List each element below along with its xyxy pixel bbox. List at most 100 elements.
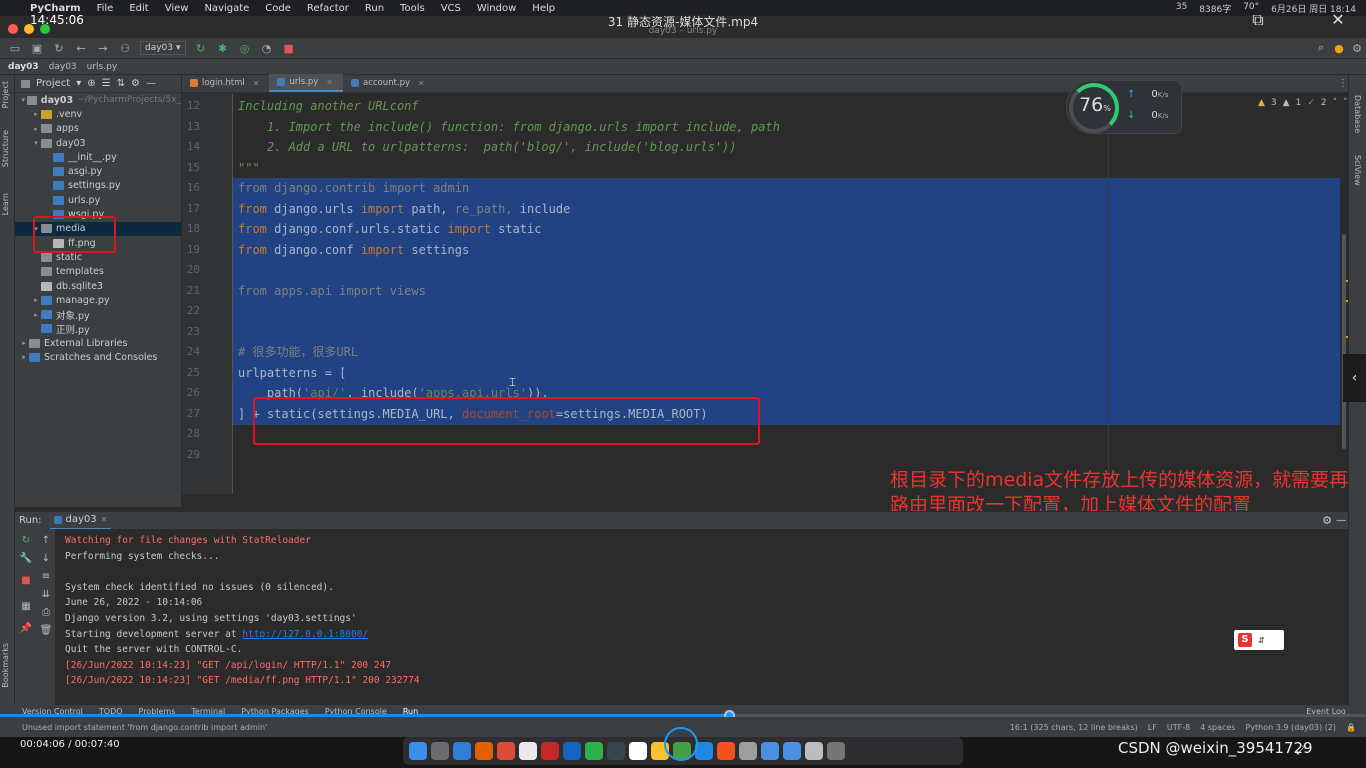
firefox-icon[interactable]	[475, 742, 493, 760]
menu-view[interactable]: View	[165, 3, 189, 14]
close-icon[interactable]: ✕	[101, 515, 108, 524]
sciview-tool-tab[interactable]: SciView	[1353, 155, 1362, 186]
tree-item[interactable]: ▸ apps	[15, 122, 181, 136]
inspection-widget[interactable]: ▲ 3 ▲ 1 ✓ 2 ˄ ˅	[1258, 98, 1348, 108]
wrench-icon[interactable]: 🔧	[19, 553, 33, 565]
gear-icon[interactable]: ⚙	[1322, 514, 1332, 527]
rerun-icon[interactable]: ↻	[194, 41, 208, 55]
input-method-indicator[interactable]: S ⇵	[1234, 630, 1284, 650]
chevron-down-icon[interactable]: ▾	[31, 139, 41, 147]
database-tool-tab[interactable]: Database	[1353, 95, 1362, 133]
preview-icon[interactable]	[629, 742, 647, 760]
file-encoding[interactable]: UTF-8	[1167, 723, 1190, 732]
code-line[interactable]: # 很多功能，很多URL	[238, 342, 358, 362]
fullscreen-icon[interactable]: ⤢	[1296, 743, 1306, 758]
print-icon[interactable]: ⎙	[39, 607, 53, 619]
launchpad-icon[interactable]	[431, 742, 449, 760]
up-arrow-icon[interactable]: ↑	[39, 535, 53, 547]
hide-icon[interactable]: —	[1336, 515, 1346, 526]
chevron-right-icon[interactable]: ▸	[31, 110, 41, 118]
code-line[interactable]: from apps.api import views	[238, 281, 426, 301]
line-number[interactable]: 21	[182, 284, 200, 297]
finder-icon[interactable]	[409, 742, 427, 760]
scroll-to-end-icon[interactable]: ⇊	[39, 589, 53, 601]
down-arrow-icon[interactable]: ↓	[39, 553, 53, 565]
debug-icon[interactable]: ✱	[216, 41, 230, 55]
open-folder-icon[interactable]: ▭	[8, 41, 22, 55]
run-config-select[interactable]: day03 ▾	[140, 41, 186, 55]
line-number[interactable]: 24	[182, 345, 200, 358]
line-number[interactable]: 29	[182, 448, 200, 461]
menu-refactor[interactable]: Refactor	[307, 3, 349, 14]
tree-item[interactable]: ▸ External Libraries	[15, 336, 181, 350]
terminal-icon[interactable]	[607, 742, 625, 760]
menu-run[interactable]: Run	[365, 3, 384, 14]
app-icon[interactable]	[717, 742, 735, 760]
line-number[interactable]: 23	[182, 325, 200, 338]
line-number[interactable]: 26	[182, 386, 200, 399]
safari-icon[interactable]	[453, 742, 471, 760]
rerun-icon[interactable]: ↻	[19, 535, 33, 547]
update-icon[interactable]: ●	[1332, 41, 1346, 55]
coverage-icon[interactable]: ◎	[238, 41, 252, 55]
play-pause-button[interactable]	[664, 727, 698, 761]
bookmarks-tool-tab[interactable]: Bookmarks	[1, 643, 10, 688]
chevron-right-icon[interactable]: ▸	[31, 311, 41, 319]
close-icon[interactable]: ✕	[418, 79, 425, 88]
learn-tool-tab[interactable]: Learn	[1, 193, 10, 215]
tree-item[interactable]: asgi.py	[15, 164, 181, 178]
code-line[interactable]: """	[238, 158, 260, 178]
line-separator[interactable]: LF	[1148, 723, 1157, 732]
chevron-right-icon[interactable]: ▸	[31, 125, 41, 133]
editor-tab[interactable]: urls.py ✕	[269, 74, 343, 92]
save-icon[interactable]: ▣	[30, 41, 44, 55]
run-tab-day03[interactable]: day03 ✕	[49, 512, 112, 530]
app-icon[interactable]	[563, 742, 581, 760]
line-number[interactable]: 18	[182, 222, 200, 235]
structure-tool-tab[interactable]: Structure	[1, 130, 10, 167]
chevron-up-icon[interactable]: ˄	[1333, 98, 1338, 108]
pin-icon[interactable]: 📌	[19, 623, 33, 635]
gear-icon[interactable]: ⚙	[131, 78, 140, 89]
typora-icon[interactable]	[519, 742, 537, 760]
menu-code[interactable]: Code	[265, 3, 291, 14]
chevron-left-icon[interactable]: ‹	[1343, 354, 1366, 402]
line-number[interactable]: 28	[182, 427, 200, 440]
collapse-all-icon[interactable]: ☰	[102, 78, 111, 89]
code-line[interactable]: 1. Import the include() function: from d…	[238, 117, 780, 137]
chevron-down-icon[interactable]: ▾	[19, 96, 27, 104]
tree-item[interactable]: urls.py	[15, 193, 181, 207]
tree-item[interactable]: templates	[15, 265, 181, 279]
line-number[interactable]: 12	[182, 99, 200, 112]
code-line[interactable]: from django.contrib import admin	[238, 178, 469, 198]
document-icon[interactable]	[805, 742, 823, 760]
line-number[interactable]: 20	[182, 263, 200, 276]
breadcrumb-folder[interactable]: day03	[49, 62, 77, 72]
line-number[interactable]: 19	[182, 243, 200, 256]
tree-item[interactable]: 正则.py	[15, 322, 181, 336]
code-line[interactable]: from django.conf.urls.static import stat…	[238, 219, 541, 239]
menu-file[interactable]: File	[97, 3, 114, 14]
sync-icon[interactable]: ↻	[52, 41, 66, 55]
menu-window[interactable]: Window	[477, 3, 516, 14]
profile-icon[interactable]: ◔	[260, 41, 274, 55]
breadcrumb-file[interactable]: urls.py	[87, 62, 118, 72]
stop-icon[interactable]: ■	[19, 575, 33, 587]
python-interpreter[interactable]: Python 3.9 (day03) (2)	[1245, 723, 1336, 732]
tree-item[interactable]: ▸ 对象.py	[15, 307, 181, 322]
status-message[interactable]: Unused import statement 'from django.con…	[22, 723, 267, 732]
back-icon[interactable]: ←	[74, 41, 88, 55]
settings-icon[interactable]: ⚙	[1350, 41, 1364, 55]
editor-scrollbar[interactable]	[1342, 234, 1346, 449]
line-number[interactable]: 17	[182, 202, 200, 215]
tree-item[interactable]: ▾ day03 ~/PycharmProjects/5x_	[15, 93, 181, 107]
stop-icon[interactable]: ■	[282, 41, 296, 55]
caret-position[interactable]: 16:1 (325 chars, 12 line breaks)	[1010, 723, 1138, 732]
close-icon[interactable]: ✕	[326, 78, 333, 87]
breadcrumb-project[interactable]: day03	[8, 62, 39, 72]
tree-item[interactable]: db.sqlite3	[15, 279, 181, 293]
line-number[interactable]: 14	[182, 140, 200, 153]
tree-item[interactable]: ▸ manage.py	[15, 293, 181, 307]
chevron-right-icon[interactable]: ▸	[19, 353, 29, 361]
chevron-down-icon[interactable]: ˅	[1343, 98, 1348, 108]
